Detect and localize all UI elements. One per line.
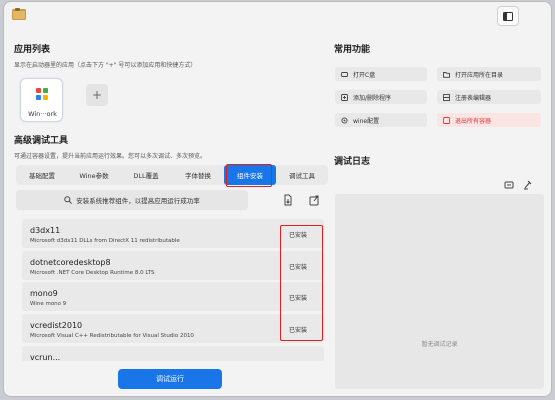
sidebar-toggle-icon — [503, 11, 513, 21]
open-app-dir-button[interactable]: 打开应用所在目录 — [437, 67, 541, 81]
tab-wine-params[interactable]: Wine参数 — [68, 165, 120, 185]
component-name: vcredist2010 — [30, 321, 83, 331]
app-grid-icon — [34, 86, 50, 102]
list-item[interactable]: vcrun... — [22, 345, 324, 361]
component-name: vcrun... — [30, 352, 61, 361]
tab-component-install[interactable]: 组件安装 — [224, 165, 276, 185]
advanced-title: 高级调试工具 — [14, 136, 69, 146]
install-recommended-label: 安装系统推荐组件，以提高应用运行成功率 — [76, 197, 200, 205]
add-app-button[interactable]: + — [86, 84, 108, 106]
registry-editor-button[interactable]: 注册表编辑器 — [437, 90, 541, 104]
export-icon[interactable] — [308, 194, 320, 206]
apps-title: 应用列表 — [14, 45, 51, 55]
log-title: 调试日志 — [334, 157, 371, 167]
list-item[interactable]: mono9 Wine mono 9 已安装 — [22, 282, 324, 312]
wine-config-icon — [341, 116, 348, 124]
component-desc: Microsoft Visual C++ Redistributable for… — [30, 333, 194, 340]
open-app-dir-label: 打开应用所在目录 — [455, 71, 504, 79]
debug-run-button[interactable]: 调试运行 — [118, 369, 222, 389]
component-desc: Microsoft d3dx11 DLLs from DirectX 11 re… — [30, 238, 180, 244]
app-tile[interactable]: Win···ork — [20, 78, 63, 122]
component-name: d3dx11 — [30, 226, 61, 235]
add-remove-programs-label: 添加/删除程序 — [353, 94, 392, 102]
log-empty-text: 暂无调试记录 — [421, 341, 458, 348]
component-list: d3dx11 Microsoft d3dx11 DLLs from Direct… — [22, 219, 324, 361]
component-desc: Microsoft .NET Core Desktop Runtime 8.0 … — [30, 269, 155, 276]
exit-all-containers-button[interactable]: 退出所有容器 — [437, 113, 541, 127]
main-window: 应用列表 显示在启动器里的应用（点击下方 "+" 号可以添加应用和快捷方式） W… — [3, 1, 552, 397]
wine-config-label: wine配置 — [353, 117, 380, 125]
registry-icon — [443, 93, 450, 101]
import-file-icon[interactable] — [282, 194, 294, 206]
programs-icon — [341, 93, 348, 101]
list-item[interactable]: vcredist2010 Microsoft Visual C++ Redist… — [22, 314, 324, 344]
component-name: mono9 — [30, 289, 58, 299]
app-tile-label: Win···ork — [28, 110, 57, 118]
list-item[interactable]: dotnetcoredesktop8 Microsoft .NET Core D… — [22, 250, 324, 280]
advanced-subtitle: 可通过容器设置，提升当前应用运行效果。您可以多次调试、多次预览。 — [14, 153, 207, 160]
common-title: 常用功能 — [334, 45, 371, 55]
log-area: 暂无调试记录 — [335, 194, 544, 389]
folder-open-icon — [443, 71, 450, 78]
component-status: 已安装 — [289, 295, 308, 303]
wine-config-button[interactable]: wine配置 — [335, 113, 427, 127]
exit-icon — [443, 116, 450, 124]
exit-all-containers-label: 退出所有容器 — [455, 117, 492, 125]
add-remove-programs-button[interactable]: 添加/删除程序 — [335, 90, 427, 104]
tab-dll-override[interactable]: DLL覆盖 — [120, 165, 172, 185]
search-icon — [64, 196, 73, 204]
open-c-drive-label: 打开C盘 — [353, 71, 376, 79]
component-status: 已安装 — [289, 263, 308, 271]
component-name: dotnetcoredesktop8 — [30, 257, 111, 267]
component-desc: Wine mono 9 — [30, 301, 67, 308]
folder-icon — [12, 8, 26, 20]
list-item[interactable]: d3dx11 Microsoft d3dx11 DLLs from Direct… — [22, 219, 324, 248]
log-export-icon[interactable] — [504, 180, 514, 190]
open-c-drive-button[interactable]: 打开C盘 — [335, 67, 427, 81]
tab-basic-config[interactable]: 基础配置 — [16, 165, 68, 185]
registry-editor-label: 注册表编辑器 — [455, 94, 492, 102]
sidebar-toggle-button[interactable] — [497, 6, 519, 26]
apps-subtitle: 显示在启动器里的应用（点击下方 "+" 号可以添加应用和快捷方式） — [14, 62, 197, 69]
component-status: 已安装 — [289, 232, 308, 239]
install-recommended-button[interactable]: 安装系统推荐组件，以提高应用运行成功率 — [16, 190, 248, 210]
component-status: 已安装 — [289, 327, 308, 335]
clear-log-icon[interactable] — [523, 180, 533, 190]
tab-font-replace[interactable]: 字体替换 — [172, 165, 224, 185]
tab-debug-tools[interactable]: 调试工具 — [276, 165, 328, 185]
tab-bar: 基础配置 Wine参数 DLL覆盖 字体替换 组件安装 调试工具 — [16, 165, 328, 185]
drive-icon — [341, 71, 348, 77]
